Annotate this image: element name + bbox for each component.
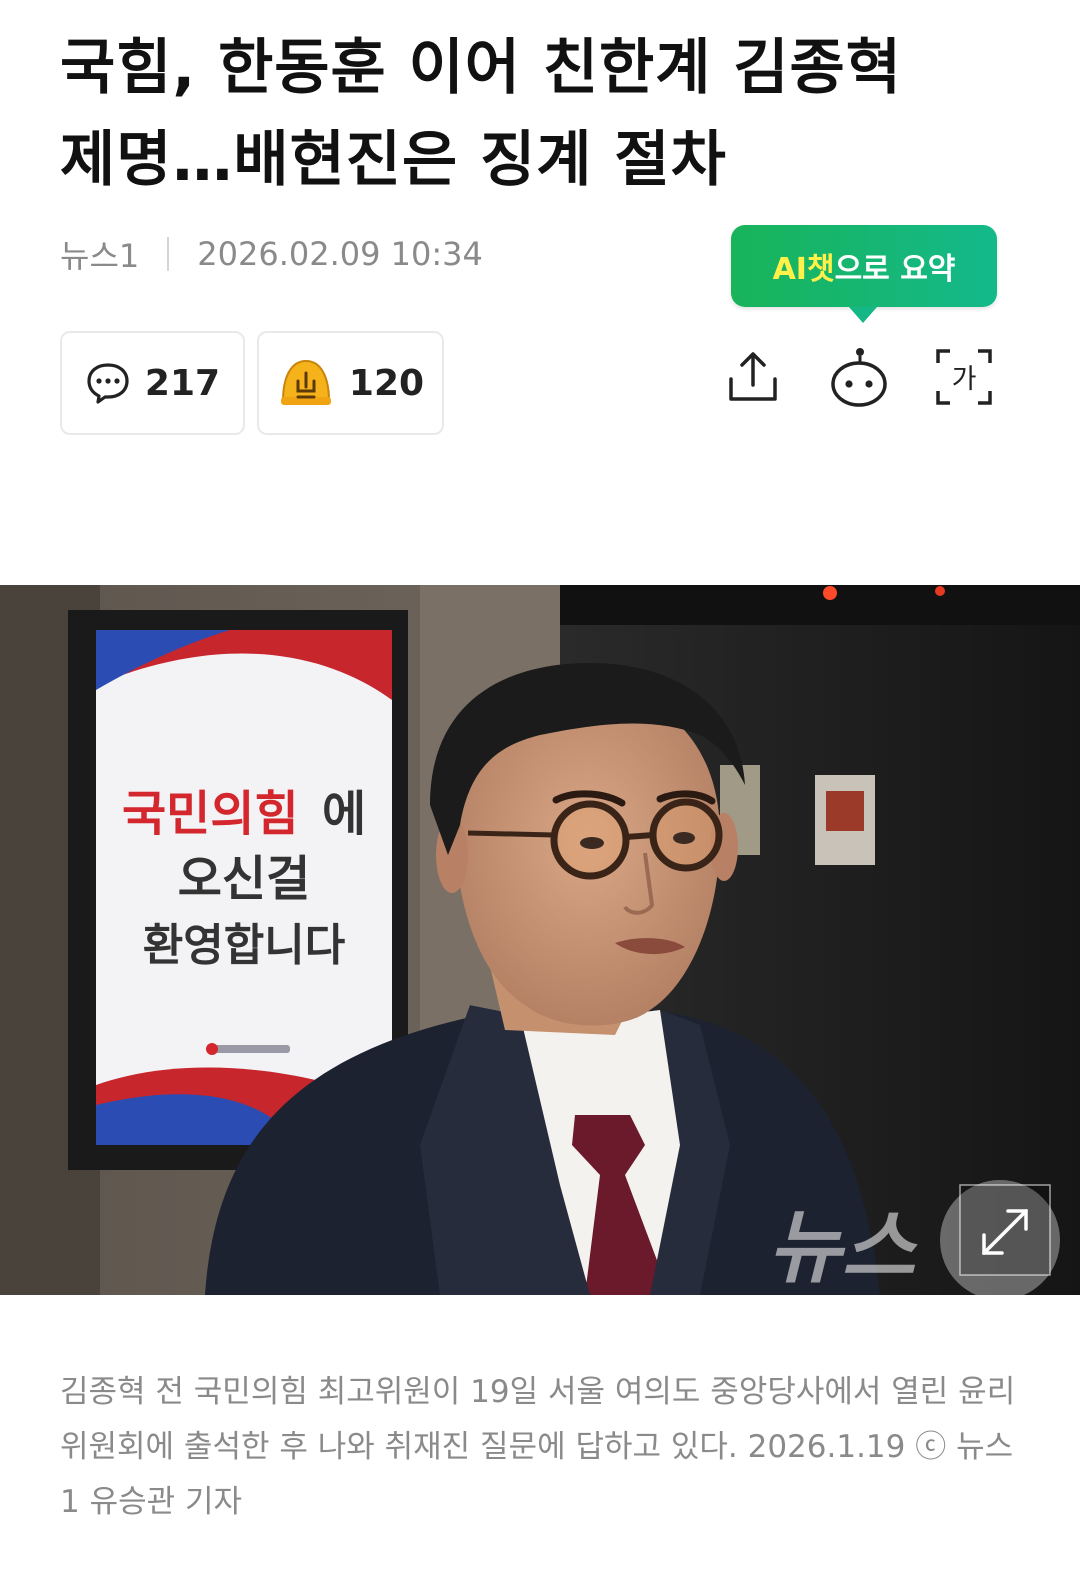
comment-icon — [87, 363, 129, 404]
reaction-button[interactable]: 120 — [257, 331, 444, 435]
photo-scene: 국민의힘 에 오신걸 환영합니다 뉴스 — [0, 585, 1080, 1295]
ai-summary-highlight: AI챗 — [772, 252, 835, 287]
font-size-glyph: 가 — [952, 364, 977, 395]
font-size-icon: 가 — [936, 349, 992, 405]
photo-caption: 김종혁 전 국민의힘 최고위원이 19일 서울 여의도 중앙당사에서 열린 윤리… — [60, 1374, 1016, 1520]
ai-bot-button[interactable] — [828, 346, 890, 408]
article-meta: 뉴스1 2026.02.09 10:34 — [60, 232, 483, 276]
meta-divider — [167, 237, 170, 271]
expand-button[interactable] — [959, 1184, 1051, 1276]
photo-watermark: 뉴스 — [768, 1201, 919, 1294]
sign-line-2: 오신걸 — [178, 851, 310, 907]
sign-party-name: 국민의힘 — [122, 786, 299, 842]
ai-summary-button[interactable]: AI챗 으로 요약 — [731, 225, 997, 323]
ai-summary-label: 으로 요약 — [834, 252, 956, 287]
font-size-button[interactable]: 가 — [933, 346, 995, 408]
sign-line-3: 환영합니다 — [143, 920, 345, 971]
share-icon — [729, 352, 777, 401]
sign-suffix: 에 — [322, 786, 366, 842]
reaction-count: 120 — [348, 362, 425, 404]
title-line-1: 국힘, 한동훈 이어 친한계 김종혁 — [60, 33, 902, 103]
share-button[interactable] — [722, 346, 784, 408]
comment-button[interactable]: 217 — [60, 331, 245, 435]
news-source[interactable]: 뉴스1 — [60, 231, 139, 277]
title-line-2: 제명…배현진은 징계 절차 — [60, 125, 727, 195]
comment-count: 217 — [144, 362, 221, 404]
publish-datetime: 2026.02.09 10:34 — [197, 235, 483, 273]
article-photo[interactable]: 국민의힘 에 오신걸 환영합니다 뉴스 — [0, 585, 1080, 1295]
reaction-emoji-icon — [280, 359, 331, 405]
article-title: 국힘, 한동훈 이어 친한계 김종혁 제명…배현진은 징계 절차 — [60, 22, 1020, 206]
ai-bot-icon — [831, 348, 887, 407]
